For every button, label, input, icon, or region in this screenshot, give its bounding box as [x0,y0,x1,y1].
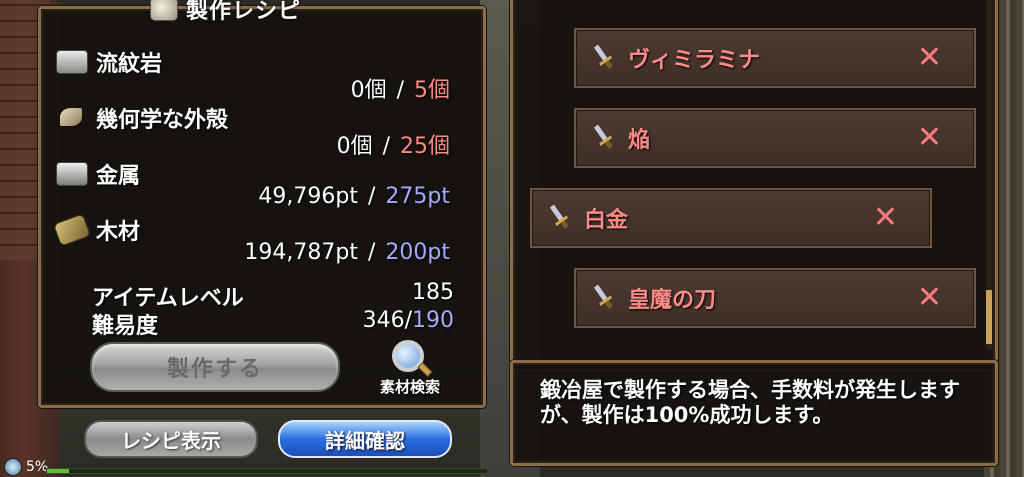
detail-confirm-button[interactable]: 詳細確認 [278,420,452,458]
material-have: 0個 [336,134,373,159]
qty-separator: / [367,240,376,265]
material-have: 194,787pt [244,240,358,265]
qty-separator: / [367,184,376,209]
material-search-label: 素材検索 [379,378,440,396]
qty-separator: / [396,78,404,103]
material-search-button[interactable]: 素材検索 [370,340,450,396]
item-name: 皇魔の刀 [628,288,717,313]
material-need: 5個 [414,78,450,103]
item-list-scrollbar[interactable] [986,0,992,350]
remove-icon[interactable]: ✕ [917,123,942,153]
sword-icon [593,44,613,69]
status-progress-fill [47,469,69,473]
recipe-title-bar: 製作レシピ [150,0,370,24]
sword-icon [549,204,569,229]
remove-icon[interactable]: ✕ [873,203,898,233]
status-indicator: 5% [4,458,48,476]
status-percent: 5% [26,459,49,475]
shell-icon [60,108,82,126]
remove-icon[interactable]: ✕ [917,283,942,313]
scrollbar-thumb[interactable] [986,290,992,344]
magnifier-handle [417,362,433,377]
material-need: 200pt [385,240,450,265]
material-qty-2: 0個 / 25個 [337,128,450,160]
stone-icon [56,50,88,74]
recipe-book-icon [150,0,178,21]
material-need: 275pt [385,184,450,209]
sword-icon [593,284,613,309]
material-name: 木材 [96,220,141,245]
list-item[interactable]: 皇魔の刀 ✕ [574,268,976,328]
list-item[interactable]: ヴィミラミナ ✕ [574,28,976,88]
item-name: 焔 [628,128,651,153]
difficulty-target: 190 [412,308,454,333]
material-name: 幾何学な外殻 [96,108,229,133]
list-item[interactable]: 焔 ✕ [574,108,976,168]
message-text: 鍛冶屋で製作する場合、手数料が発生しますが、製作は100%成功します。 [540,378,960,427]
material-name: 流紋岩 [96,52,163,77]
status-progress-bar [46,468,488,474]
status-orb-icon [4,458,22,476]
item-name: 白金 [584,208,629,233]
craft-button[interactable]: 製作する [90,342,340,392]
material-name: 金属 [96,164,141,189]
difficulty-label: 難易度 [92,314,159,339]
material-need: 25個 [400,134,450,159]
recipe-view-button[interactable]: レシピ表示 [84,420,258,458]
qty-separator: / [382,134,390,159]
item-name: ヴィミラミナ [628,48,761,73]
material-have: 0個 [350,78,387,103]
remove-icon[interactable]: ✕ [917,43,942,73]
material-have: 49,796pt [258,184,358,209]
sword-icon [593,124,613,149]
difficulty-value: 346/190 [363,308,454,333]
item-level-value: 185 [412,280,454,305]
material-qty-3: 49,796pt / 275pt [258,184,450,209]
list-item-selected[interactable]: 白金 ✕ [530,188,932,248]
material-qty-4: 194,787pt / 200pt [244,240,450,265]
recipe-title: 製作レシピ [186,0,302,24]
metal-icon [56,162,88,186]
difficulty-current: 346/ [362,308,412,333]
material-qty-1: 0個 / 5個 [351,72,450,104]
